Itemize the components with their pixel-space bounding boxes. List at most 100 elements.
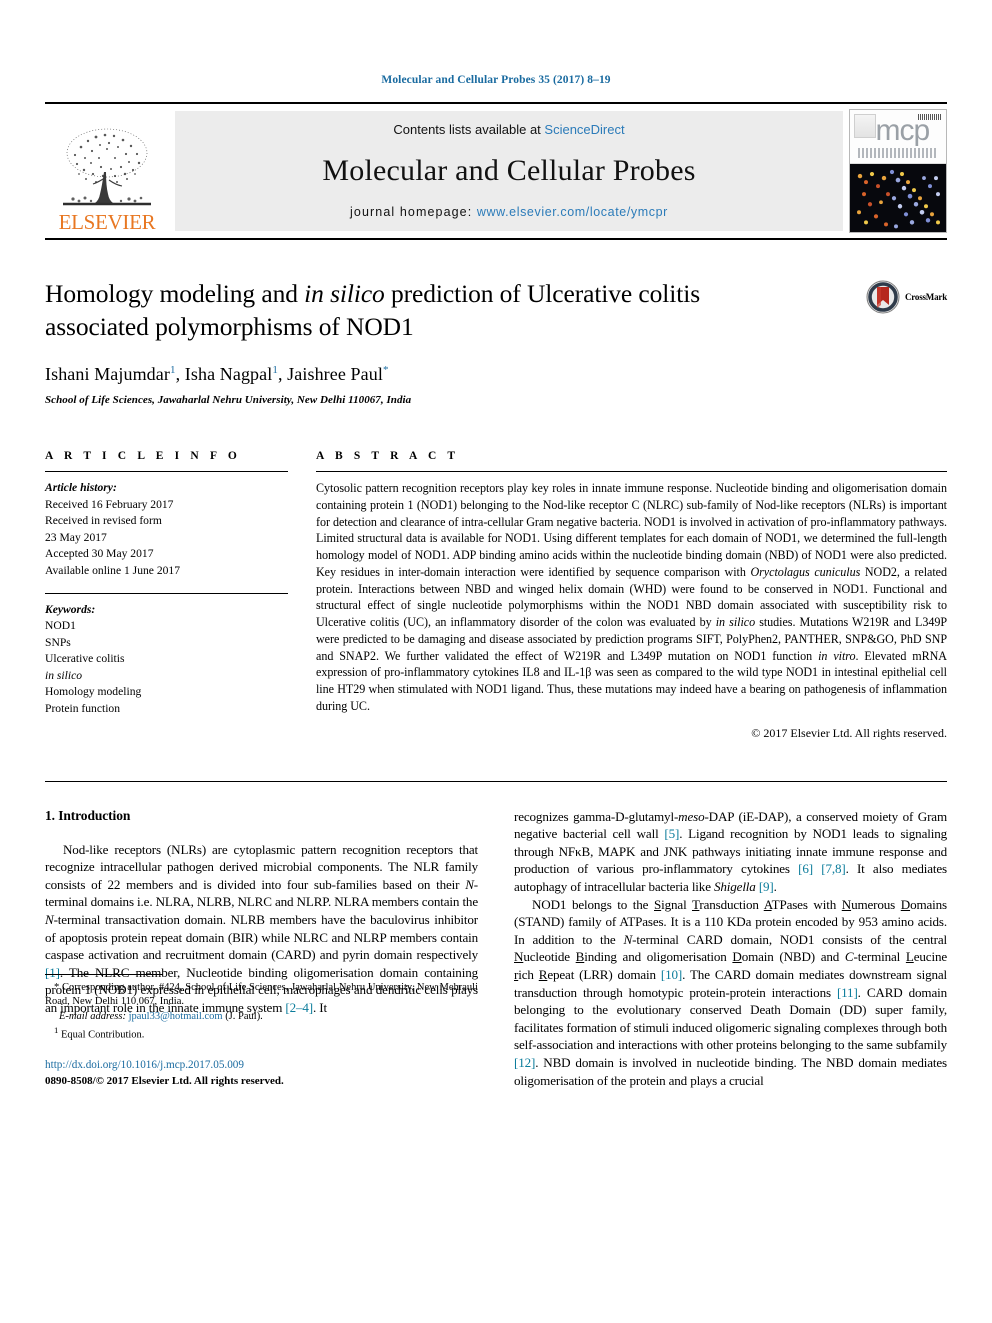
abstract-divider	[316, 471, 947, 473]
acronym-letter-a: A	[763, 896, 772, 912]
citation-ref-10[interactable]: [10]	[661, 967, 682, 982]
article-info-heading: A R T I C L E I N F O	[45, 450, 241, 463]
footnote-equal-contribution: 1 Equal Contribution.	[45, 1024, 478, 1043]
journal-article-page: Molecular and Cellular Probes 35 (2017) …	[0, 0, 992, 1323]
footnote-corresponding-author: * Corresponding author. #424, School of …	[45, 981, 478, 1008]
author-1: Ishani Majumdar	[45, 364, 170, 385]
citation-ref-5[interactable]: [5]	[664, 826, 679, 841]
author-3: Jaishree Paul	[287, 364, 383, 385]
crossmark-label: CrossMark	[904, 292, 947, 302]
body-columns: 1. Introduction Nod-like receptors (NLRs…	[45, 808, 947, 1090]
intro-right-a: recognizes gamma-D-glutamyl-	[514, 808, 679, 824]
author-affiliation: School of Life Sciences, Jawaharlal Nehr…	[45, 394, 412, 407]
intro-right2-t4: umerous	[851, 896, 901, 912]
body-column-left: 1. Introduction Nod-like receptors (NLRs…	[45, 808, 478, 1090]
author-3-corresponding-marker[interactable]: *	[383, 364, 389, 376]
article-history-group: Article history: Received 16 February 20…	[45, 480, 288, 579]
intro-right2-t16: . NBD domain is involved in nucleotide b…	[514, 1055, 947, 1088]
cover-subtitle-lines	[858, 147, 938, 158]
citation-ref-7-8[interactable]: [7,8]	[821, 861, 845, 876]
intro-paragraph-right-2: NOD1 belongs to the Signal Transduction …	[514, 896, 947, 1090]
citation-ref-6[interactable]: [6]	[798, 861, 813, 876]
intro-right2-t3: TPases with	[771, 896, 842, 912]
acronym-letter-nbd-n: N	[514, 949, 524, 965]
title-italic-in-silico: in silico	[304, 279, 385, 308]
journal-homepage-line: journal homepage: www.elsevier.com/locat…	[350, 205, 668, 219]
elsevier-tree-icon	[63, 128, 151, 206]
acronym-letter-nbd-b: B	[575, 949, 585, 965]
keyword-item: SNPs	[45, 635, 71, 649]
article-history-label: Article history:	[45, 481, 117, 495]
intro-left-a: Nod-like receptors (NLRs) are cytoplasmi…	[45, 841, 478, 892]
author-1-footnote-marker[interactable]: 1	[170, 364, 176, 376]
acronym-letter-n: N	[841, 896, 852, 912]
journal-masthead: ELSEVIER Contents lists available at Sci…	[45, 102, 947, 240]
intro-right2-t6: -terminal CARD domain, NOD1 consists of …	[632, 931, 947, 947]
abstract-column: A B S T R A C T Cytosolic pattern recogn…	[316, 450, 947, 740]
title-block: Homology modeling and in silico predicti…	[45, 278, 947, 406]
crossmark-badge[interactable]: CrossMark	[866, 280, 947, 314]
crossmark-icon[interactable]	[866, 280, 900, 314]
citation-ref-12[interactable]: [12]	[514, 1055, 535, 1070]
intro-paragraph-right-1: recognizes gamma-D-glutamyl-meso-DAP (iE…	[514, 808, 947, 896]
intro-right2-t9: omain (NBD) and	[741, 949, 845, 965]
abstract-copyright: © 2017 Elsevier Ltd. All rights reserved…	[751, 725, 947, 740]
acronym-letter-d: D	[900, 896, 911, 912]
abstract-heading: A B S T R A C T	[316, 450, 460, 463]
intro-left-c: -terminal transactivation domain. NLRB m…	[45, 911, 478, 963]
intro-right2-a: NOD1 belongs to the	[532, 896, 654, 912]
intro-right2-t10: -terminal	[853, 949, 906, 965]
history-item: Received 16 February 2017	[45, 497, 174, 511]
sciencedirect-link[interactable]: ScienceDirect	[544, 122, 624, 137]
section-heading-introduction: 1. Introduction	[45, 807, 131, 823]
intro-right2-t2: ransduction	[699, 896, 764, 912]
history-item: Available online 1 June 2017	[45, 563, 181, 577]
keyword-item: Ulcerative colitis	[45, 652, 125, 666]
history-item: 23 May 2017	[45, 530, 107, 544]
equal-contribution-text: Equal Contribution.	[61, 1029, 145, 1041]
footnote-divider	[45, 973, 163, 975]
intro-right2-italic-n: N	[623, 931, 633, 947]
info-abstract-section: A R T I C L E I N F O Article history: R…	[45, 450, 947, 740]
history-item: Received in revised form	[45, 514, 162, 528]
intro-left-italic-n1: N	[465, 876, 474, 892]
cover-elsevier-mark	[854, 114, 876, 138]
intro-right2-t8: inding and oligomerisation	[584, 949, 733, 965]
history-item: Accepted 30 May 2017	[45, 547, 154, 561]
doi-block: http://dx.doi.org/10.1016/j.mcp.2017.05.…	[45, 1058, 478, 1089]
keyword-item: in silico	[45, 668, 83, 682]
email-suffix: (J. Paul).	[225, 1010, 263, 1022]
citation-ref-11[interactable]: [11]	[837, 985, 858, 1000]
intro-right2-t13: epeat (LRR) domain	[547, 967, 661, 983]
doi-link[interactable]: http://dx.doi.org/10.1016/j.mcp.2017.05.…	[45, 1058, 478, 1074]
footnote-marker-1: 1	[54, 1025, 59, 1036]
homepage-prefix: journal homepage:	[350, 205, 477, 219]
title-line-2: associated polymorphisms of NOD1	[45, 311, 414, 341]
body-top-divider	[45, 780, 947, 782]
email-link[interactable]: jpaul33@hotmail.com	[129, 1011, 223, 1022]
footnotes: * Corresponding author. #424, School of …	[45, 981, 478, 1090]
footnote-block: * Corresponding author. #424, School of …	[45, 973, 478, 1090]
keyword-item: NOD1	[45, 619, 76, 633]
citation-ref-9[interactable]: [9]	[759, 879, 774, 894]
elsevier-wordmark: ELSEVIER	[58, 210, 156, 234]
keywords-label: Keywords:	[45, 602, 96, 616]
journal-homepage-link[interactable]: www.elsevier.com/locate/ymcpr	[477, 205, 668, 219]
intro-right2-t12: ich	[518, 967, 539, 983]
keywords-group: Keywords: NOD1 SNPs Ulcerative colitis i…	[45, 602, 288, 717]
abstract-body: Cytosolic pattern recognition receptors …	[316, 480, 947, 714]
footnote-email-line: E-mail address: jpaul33@hotmail.com (J. …	[45, 1010, 478, 1024]
contents-prefix: Contents lists available at	[393, 122, 545, 137]
body-column-right: recognizes gamma-D-glutamyl-meso-DAP (iE…	[514, 808, 947, 1090]
intro-right2-t1: ignal	[661, 896, 692, 912]
author-2-footnote-marker[interactable]: 1	[272, 364, 278, 376]
article-info-column: A R T I C L E I N F O Article history: R…	[45, 450, 288, 740]
keyword-item: Protein function	[45, 701, 121, 715]
cover-dna-artwork-icon	[850, 163, 946, 232]
abstract-italic-in-vitro: in vitro	[818, 648, 856, 663]
abstract-italic-oryctolagus: Oryctolagus cuniculus	[750, 564, 861, 579]
cover-mcp-logo: mcp	[875, 114, 930, 148]
author-2: Isha Nagpal	[184, 364, 273, 385]
intro-right-italic-shigella: Shigella	[713, 878, 756, 894]
masthead-center-panel: Contents lists available at ScienceDirec…	[175, 111, 843, 231]
